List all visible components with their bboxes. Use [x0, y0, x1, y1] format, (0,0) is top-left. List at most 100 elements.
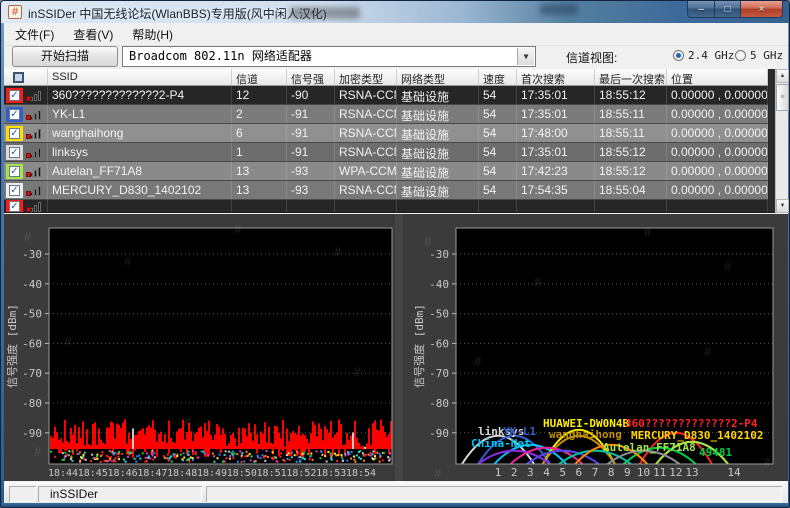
time-graph-panel: -30 -40 -50 -60 -70 -80 -90 信号强度 [dBm] 18:44 18:4… — [4, 214, 395, 481]
row-checkbox[interactable]: ✓ — [9, 127, 20, 139]
rssi-cell: -91 — [287, 105, 335, 123]
time-graph: -30-40-50-60-70-80-90信号强度 [dBm]18:44 18:4… — [5, 227, 393, 479]
network-type-cell: 基础设施 — [397, 181, 479, 199]
svg-text:-60: -60 — [429, 337, 449, 350]
row-select-cell: ✓ — [4, 86, 48, 104]
scrollbar-thumb[interactable]: ≡ — [776, 84, 789, 111]
table-row[interactable]: ✓ wanghaihong6-91RSNA-CCMP基础设施5417:48:001… — [4, 124, 768, 143]
svg-text:18:46: 18:46 — [108, 468, 138, 479]
channel-cell: 13 — [232, 181, 287, 199]
svg-text:13: 13 — [685, 466, 698, 479]
header-ssid[interactable]: SSID — [48, 69, 232, 85]
speed-cell: 54 — [479, 143, 517, 161]
rssi-cell: -93 — [287, 162, 335, 180]
row-select-cell: ✓ — [4, 105, 48, 123]
svg-text:12: 12 — [669, 466, 682, 479]
chevron-down-icon[interactable]: ▼ — [517, 48, 534, 65]
ssid-cell: YK-L1 — [48, 105, 232, 123]
security-cell: RSNA-CCMP — [335, 86, 397, 104]
table-scrollbar[interactable]: ▲ ≡ ▼ — [775, 69, 789, 213]
title-bar[interactable]: # inSSIDer 中国无线论坛(WlanBBS)专用版(风中闲人汉化) – … — [1, 1, 789, 23]
header-position[interactable]: 位置 — [667, 69, 768, 85]
last-seen-cell: 18:55:12 — [595, 143, 667, 161]
status-app-label: inSSIDer — [38, 486, 202, 502]
table-row[interactable]: ✓ Autelan_FF71A813-93WPA-CCMP基础设施5417:42:… — [4, 162, 768, 181]
row-checkbox[interactable]: ✓ — [9, 184, 20, 196]
header-channel[interactable]: 信道 — [232, 69, 287, 85]
row-checkbox[interactable]: ✓ — [9, 89, 20, 101]
menu-file[interactable]: 文件(F) — [7, 23, 62, 46]
svg-text:18:50: 18:50 — [227, 468, 257, 479]
channel-cell: 1 — [232, 143, 287, 161]
last-seen-cell: 18:55:11 — [595, 124, 667, 142]
header-last-seen[interactable]: 最后一次搜索 — [595, 69, 667, 85]
rssi-cell — [287, 200, 335, 212]
ssid-cell: Autelan_FF71A8 — [48, 162, 232, 180]
network-type-cell — [397, 200, 479, 212]
first-seen-cell: 17:54:35 — [517, 181, 595, 199]
network-color-swatch: ✓ — [6, 87, 23, 103]
ssid-cell: 360?????????????2-P4 — [48, 86, 232, 104]
table-body: ✓360?????????????2-P412-90RSNA-CCMP基础设施5… — [4, 86, 768, 212]
table-row[interactable]: ✓ MERCURY_D830_140210213-93RSNA-CCMP基础设施5… — [4, 181, 768, 200]
scroll-up-icon[interactable]: ▲ — [776, 69, 789, 83]
last-seen-cell: 18:55:12 — [595, 86, 667, 104]
close-button[interactable]: × — [741, 1, 783, 18]
speed-cell: 54 — [479, 105, 517, 123]
table-row[interactable]: ✓ linksys1-91RSNA-CCMP基础设施5417:35:0118:55… — [4, 143, 768, 162]
ssid-cell — [48, 200, 232, 212]
row-select-cell: ✓ — [4, 200, 48, 212]
chart-splitter[interactable] — [395, 214, 403, 481]
network-color-swatch: ✓ — [6, 106, 23, 122]
header-network-type[interactable]: 网络类型 — [397, 69, 479, 85]
y-axis-label: 信号强度 [dBm] — [5, 304, 19, 388]
ssid-cell: wanghaihong — [48, 124, 232, 142]
status-grip-panel — [9, 486, 36, 502]
first-seen-cell — [517, 200, 595, 212]
security-cell: WPA-CCMP — [335, 162, 397, 180]
channel-cell: 2 — [232, 105, 287, 123]
minimize-button[interactable]: – — [687, 1, 715, 18]
adapter-combobox[interactable]: Broadcom 802.11n 网络适配器 ▼ — [122, 46, 536, 67]
header-first-seen[interactable]: 首次搜索 — [517, 69, 595, 85]
svg-text:18:44: 18:44 — [48, 468, 78, 479]
row-select-cell: ✓ — [4, 143, 48, 161]
table-row[interactable]: ✓ 360?????????????2-P412-90RSNA-CCMP基础设施5… — [4, 86, 768, 105]
header-security[interactable]: 加密类型 — [335, 69, 397, 85]
network-label: Autelan_FF71A8 — [603, 441, 696, 454]
row-checkbox[interactable]: ✓ — [9, 165, 20, 177]
radio-5ghz[interactable]: 5 GHz — [735, 49, 783, 62]
table-row[interactable]: ✓ YK-L12-91RSNA-CCMP基础设施5417:35:0118:55:1… — [4, 105, 768, 124]
header-speed[interactable]: 速度 — [479, 69, 517, 85]
status-message-panel — [206, 486, 782, 502]
maximize-button[interactable]: □ — [715, 1, 741, 18]
signal-strength-icon — [26, 200, 42, 212]
channel-cell — [232, 200, 287, 212]
row-checkbox[interactable]: ✓ — [9, 108, 20, 120]
menu-view[interactable]: 查看(V) — [65, 23, 121, 46]
svg-text:-80: -80 — [429, 397, 449, 410]
signal-strength-icon — [26, 107, 42, 121]
svg-text:-40: -40 — [429, 278, 449, 291]
svg-text:-70: -70 — [22, 367, 42, 380]
radio-2-4ghz-label: 2.4 GHz — [688, 49, 735, 62]
start-scan-button[interactable]: 开始扫描 — [12, 46, 118, 67]
header-rssi[interactable]: 信号强 — [287, 69, 335, 85]
svg-text:-90: -90 — [22, 427, 42, 440]
scroll-down-icon[interactable]: ▼ — [776, 199, 789, 213]
channel-view-label: 信道视图: — [566, 51, 618, 65]
first-seen-cell: 17:35:01 — [517, 143, 595, 161]
svg-text:-50: -50 — [22, 308, 42, 321]
header-select-all[interactable] — [4, 69, 48, 85]
last-seen-cell: 18:55:04 — [595, 181, 667, 199]
row-checkbox[interactable]: ✓ — [9, 200, 20, 212]
svg-text:6: 6 — [576, 466, 583, 479]
ssid-cell: MERCURY_D830_1402102 — [48, 181, 232, 199]
table-row[interactable]: ✓ — [4, 200, 768, 212]
speed-cell — [479, 200, 517, 212]
adapter-selected-value: Broadcom 802.11n 网络适配器 — [129, 49, 312, 63]
svg-text:-30: -30 — [429, 248, 449, 261]
radio-2-4ghz[interactable]: 2.4 GHz — [673, 49, 734, 62]
menu-help[interactable]: 帮助(H) — [124, 23, 181, 46]
row-checkbox[interactable]: ✓ — [9, 146, 20, 158]
